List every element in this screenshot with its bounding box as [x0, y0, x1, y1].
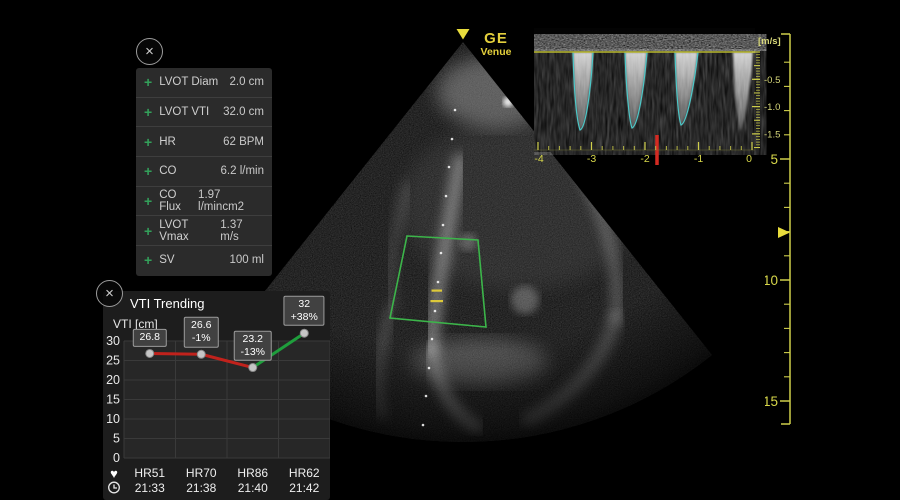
- y-axis-tick-labels: 0 5 10 15 20 25 30: [106, 334, 120, 465]
- svg-text:10: 10: [106, 412, 120, 426]
- svg-text:21:33: 21:33: [135, 481, 165, 495]
- svg-text:21:40: 21:40: [238, 481, 268, 495]
- add-measurement-icon[interactable]: +: [144, 135, 152, 149]
- measurement-label: CO Flux: [159, 189, 198, 213]
- measurement-value: 2.0 cm: [229, 76, 264, 88]
- brand-logo: GE Venue: [467, 31, 525, 60]
- measurement-value: 1.97 l/mincm2: [198, 189, 264, 213]
- brand-line1: GE: [467, 31, 525, 46]
- focus-marker[interactable]: [778, 227, 790, 238]
- measurement-row[interactable]: + LVOT Diam 2.0 cm: [136, 68, 272, 97]
- measurement-value: 1.37 m/s: [220, 219, 264, 243]
- svg-text:-4: -4: [534, 153, 543, 165]
- close-icon: ×: [105, 285, 114, 302]
- svg-text:0: 0: [113, 451, 120, 465]
- measurement-row[interactable]: + HR 62 BPM: [136, 126, 272, 156]
- add-measurement-icon[interactable]: +: [144, 253, 152, 267]
- measurement-value: 6.2 l/min: [221, 165, 264, 177]
- measurement-row[interactable]: + CO 6.2 l/min: [136, 156, 272, 186]
- svg-text:10: 10: [765, 273, 778, 288]
- svg-text:HR51: HR51: [134, 466, 165, 480]
- svg-text:21:42: 21:42: [289, 481, 319, 495]
- svg-text:HR86: HR86: [237, 466, 268, 480]
- clock-icon: [109, 482, 120, 493]
- measurement-value: 100 ml: [229, 254, 264, 266]
- svg-text:21:38: 21:38: [186, 481, 216, 495]
- vti-trending-panel: VTI Trending VTI [cm] 051015202530HR51HR…: [103, 291, 330, 500]
- measurements-panel: + LVOT Diam 2.0 cm + LVOT VTI 32.0 cm + HR 62 BP…: [136, 68, 272, 276]
- heart-icon: ♥: [110, 466, 118, 481]
- svg-text:20: 20: [106, 373, 120, 387]
- svg-text:-2: -2: [640, 153, 649, 165]
- svg-text:25: 25: [106, 354, 120, 368]
- close-icon: ×: [145, 43, 154, 60]
- measurement-label: LVOT VTI: [159, 106, 209, 118]
- measurement-label: CO: [159, 165, 176, 177]
- add-measurement-icon[interactable]: +: [144, 224, 152, 238]
- svg-text:30: 30: [106, 334, 120, 348]
- depth-ruler-marks: 5 10 15: [765, 34, 790, 424]
- measurement-row[interactable]: + CO Flux1.97 l/mincm2: [136, 186, 272, 216]
- spectrum-noise-band: [534, 35, 755, 50]
- measurement-value: 62 BPM: [223, 136, 264, 148]
- trending-close-button[interactable]: ×: [96, 280, 123, 307]
- measurement-label: HR: [159, 136, 176, 148]
- time-axis-row: 21:33 21:38 21:40 21:42: [135, 481, 320, 495]
- svg-text:15: 15: [765, 394, 778, 409]
- vti-trend-chart: 051015202530HR51HR70HR86HR6221:3321:3821…: [103, 291, 330, 500]
- measurement-label: SV: [159, 254, 174, 266]
- measurement-row[interactable]: + LVOT VTI 32.0 cm: [136, 97, 272, 127]
- svg-text:5: 5: [770, 152, 778, 167]
- measurement-row[interactable]: + LVOT Vmax1.37 m/s: [136, 215, 272, 245]
- svg-text:HR62: HR62: [289, 466, 320, 480]
- doppler-spectrum: -4-3-2-10 [m/s]-0.5-1.0-1.5: [534, 28, 790, 168]
- svg-text:HR70: HR70: [186, 466, 217, 480]
- svg-text:-1: -1: [694, 153, 703, 165]
- svg-text:5: 5: [113, 432, 120, 446]
- measurement-value: 32.0 cm: [223, 106, 264, 118]
- add-measurement-icon[interactable]: +: [144, 105, 152, 119]
- depth-ruler: 5 10 15: [765, 28, 805, 438]
- measurement-row[interactable]: + SV 100 ml: [136, 245, 272, 275]
- brand-line2: Venue: [467, 46, 525, 60]
- svg-text:-3: -3: [587, 153, 596, 165]
- svg-text:15: 15: [106, 393, 120, 407]
- add-measurement-icon[interactable]: +: [144, 194, 152, 208]
- hr-axis-row: HR51 HR70 HR86 HR62: [134, 466, 320, 480]
- measurement-label: LVOT Vmax: [159, 219, 220, 243]
- measurement-label: LVOT Diam: [159, 76, 218, 88]
- svg-text:0: 0: [746, 153, 752, 165]
- add-measurement-icon[interactable]: +: [144, 164, 152, 178]
- add-measurement-icon[interactable]: +: [144, 75, 152, 89]
- measurements-close-button[interactable]: ×: [136, 38, 163, 65]
